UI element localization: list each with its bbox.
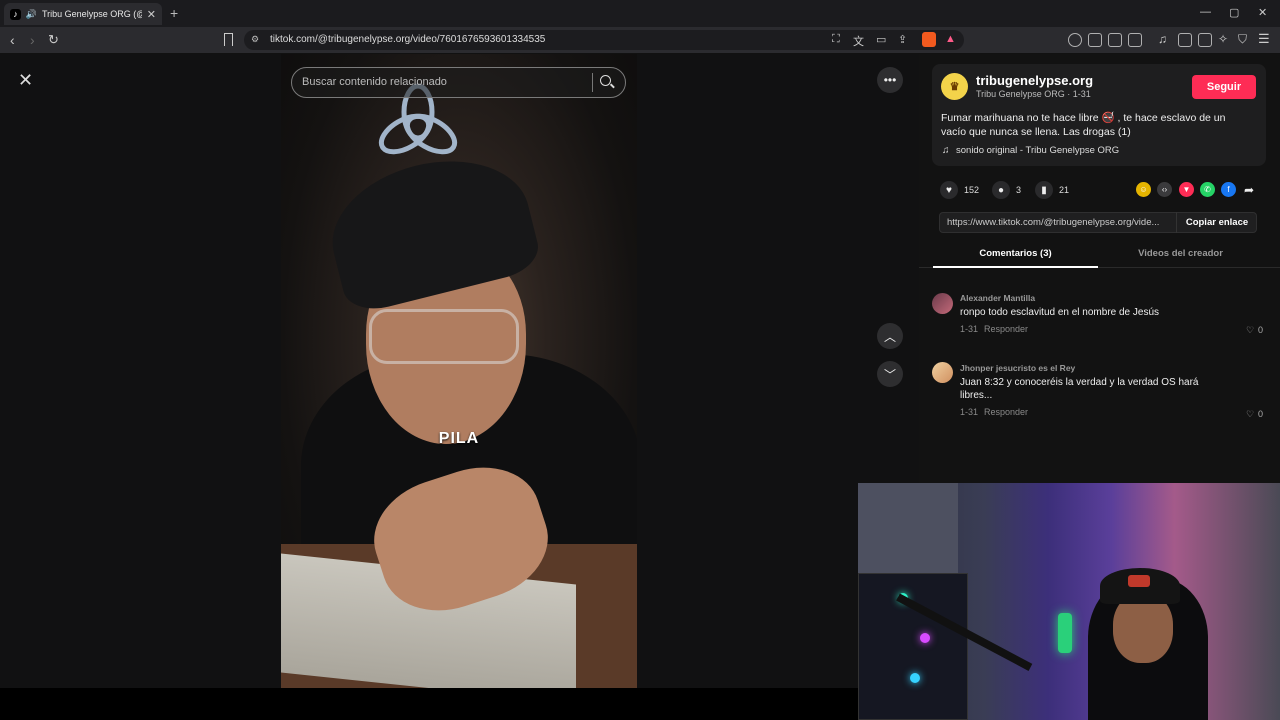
previous-video-icon[interactable]: ︿ [877, 323, 903, 349]
share-page-icon[interactable]: ⇪ [898, 33, 907, 46]
minimize-icon[interactable]: — [1200, 6, 1211, 18]
browser-tab[interactable]: ♪ 🔊 Tribu Genelypse ORG (@tribu ✕ [4, 3, 162, 25]
comment-text: ronpo todo esclavitud en el nombre de Je… [960, 307, 1160, 318]
webcam-cap-logo [1128, 575, 1150, 587]
heart-icon[interactable]: ♥ [940, 181, 958, 199]
share-arrow-icon[interactable]: ➦ [1244, 183, 1254, 197]
comment-date: 1-31 [960, 407, 979, 417]
comment-like-count: 0 [1258, 325, 1264, 335]
creator-display-line: Tribu Genelypse ORG · 1-31 [976, 89, 1091, 99]
save-stat[interactable]: ▮ 21 [1035, 180, 1069, 200]
comment-avatar[interactable] [932, 293, 953, 314]
bookmark-save-icon[interactable]: ▮ [1035, 181, 1053, 199]
close-tab-icon[interactable]: ✕ [147, 8, 156, 21]
friends-share-icon[interactable]: ☺ [1136, 182, 1151, 197]
send-icon[interactable]: ▼ [1179, 182, 1194, 197]
url-text[interactable]: tiktok.com/@tribugenelypse.org/video/760… [270, 34, 545, 45]
copy-link-button[interactable]: Copiar enlace [1176, 212, 1257, 233]
reader-off-icon[interactable]: ⛶ [832, 33, 840, 46]
webcam-overlay [858, 483, 1280, 720]
comment-text: Juan 8:32 y conoceréis la verdad y la ve… [960, 377, 1199, 401]
creator-username[interactable]: tribugenelypse.org [976, 73, 1093, 88]
reply-button[interactable]: Responder [984, 324, 1028, 334]
extension-shield-icon[interactable] [1088, 33, 1102, 47]
webcam-pc-case [858, 573, 968, 720]
extensions-puzzle-icon[interactable] [1108, 33, 1122, 47]
comment-author[interactable]: Jhonper jesucristo es el Rey [960, 363, 1075, 373]
video-person-glasses [369, 309, 519, 364]
creator-avatar[interactable]: ♛ [941, 73, 968, 100]
video-player[interactable]: PILA [281, 54, 637, 688]
follow-button[interactable]: Seguir [1192, 75, 1256, 99]
brave-shield-icon[interactable] [922, 32, 936, 47]
sound-name[interactable]: sonido original - Tribu Genelypse ORG [956, 145, 1119, 156]
extension-diamond-icon[interactable] [1068, 33, 1082, 47]
leo-ai-icon[interactable]: ✧ [1218, 32, 1228, 46]
video-caption-overlay: PILA [438, 430, 480, 447]
music-note-icon: ♫ [942, 145, 950, 156]
close-video-icon[interactable]: ✕ [18, 71, 34, 89]
comment-stat[interactable]: ● 3 [992, 180, 1021, 200]
tab-comments[interactable]: Comentarios (3) [933, 248, 1098, 259]
post-description: Fumar marihuana no te hace libre 🚭 , te … [941, 112, 1226, 138]
cast-icon[interactable]: ▭ [876, 33, 886, 46]
comment-like-icon[interactable]: ♡ [1246, 325, 1254, 336]
search-placeholder[interactable]: Buscar contenido relacionado [302, 76, 447, 88]
more-options-icon[interactable]: ••• [877, 67, 903, 93]
sidebar-icon[interactable] [1178, 33, 1192, 47]
comment-bubble-icon[interactable]: ● [992, 181, 1010, 199]
whatsapp-icon[interactable]: ✆ [1200, 182, 1215, 197]
audio-icon[interactable]: 🔊 [26, 9, 37, 20]
bookmark-icon[interactable] [224, 33, 233, 46]
wallet-icon[interactable] [1198, 33, 1212, 47]
search-divider [592, 73, 593, 92]
video-link[interactable]: https://www.tiktok.com/@tribugenelypse.o… [947, 217, 1171, 228]
save-count: 21 [1059, 185, 1070, 195]
back-icon[interactable]: ‹ [10, 32, 15, 48]
close-window-icon[interactable]: ✕ [1258, 6, 1267, 19]
comment-like-icon[interactable]: ♡ [1246, 409, 1254, 420]
like-stat[interactable]: ♥ 152 [940, 180, 979, 200]
next-video-icon[interactable]: ﹀ [877, 361, 903, 387]
reload-icon[interactable]: ↻ [48, 32, 59, 48]
embed-icon[interactable]: ‹› [1157, 182, 1172, 197]
tiktok-favicon-icon: ♪ [10, 8, 21, 20]
webcam-mic-light [1058, 613, 1072, 653]
menu-icon[interactable]: ☰ [1258, 31, 1270, 47]
reply-button[interactable]: Responder [984, 407, 1028, 417]
like-count: 152 [964, 185, 980, 195]
webcam-rgb-light [920, 633, 930, 643]
comment-count: 3 [1016, 185, 1022, 195]
webcam-rgb-light [910, 673, 920, 683]
facebook-icon[interactable]: f [1221, 182, 1236, 197]
translate-icon[interactable]: 文 [853, 33, 864, 49]
comment-date: 1-31 [960, 324, 979, 334]
tab-title: Tribu Genelypse ORG (@tribu [42, 9, 142, 19]
media-music-icon[interactable]: ♫ [1158, 32, 1167, 46]
search-icon[interactable] [600, 75, 611, 86]
vpn-shield-icon[interactable]: ⛉ [1238, 32, 1247, 47]
comment-author[interactable]: Alexander Mantilla [960, 293, 1035, 303]
comment-avatar[interactable] [932, 362, 953, 383]
forward-icon[interactable]: › [30, 32, 35, 48]
active-tab-indicator [933, 266, 1098, 268]
extension-box-icon[interactable] [1128, 33, 1142, 47]
maximize-icon[interactable]: ▢ [1229, 6, 1239, 19]
site-settings-icon[interactable]: ⚙ [251, 34, 259, 45]
new-tab-icon[interactable]: + [170, 5, 178, 21]
browser-tab-bar [0, 0, 1280, 27]
brave-rewards-icon[interactable]: ▲ [945, 33, 956, 45]
tab-creator-videos[interactable]: Videos del creador [1098, 248, 1263, 259]
comment-like-count: 0 [1258, 409, 1264, 419]
